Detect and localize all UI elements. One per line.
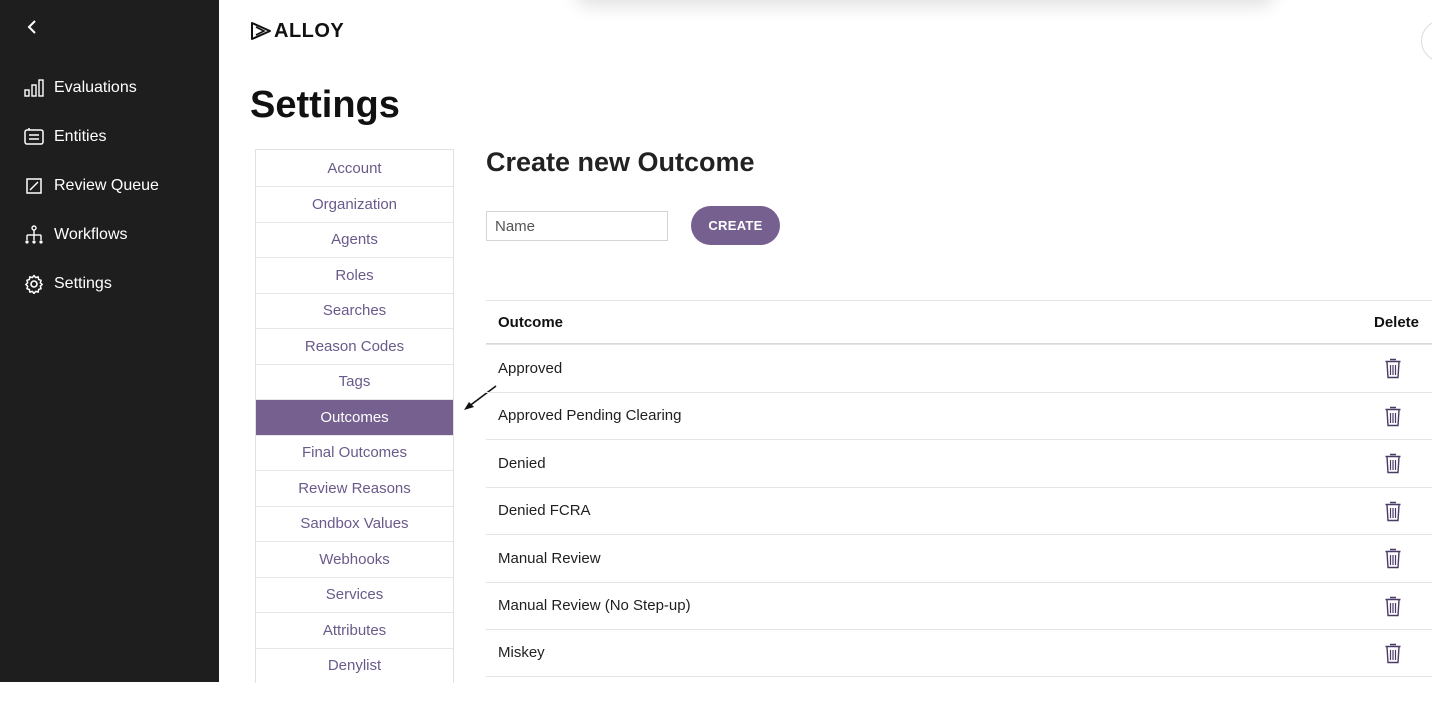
sidebar-item-entities[interactable]: Entities bbox=[24, 125, 106, 149]
outcome-name: Denied bbox=[498, 454, 546, 472]
page-title: Settings bbox=[250, 84, 400, 126]
trash-icon[interactable] bbox=[1383, 405, 1403, 427]
tab-denylist[interactable]: Denylist bbox=[256, 648, 453, 683]
sidebar-item-label: Evaluations bbox=[54, 79, 137, 96]
profile-button[interactable] bbox=[1421, 20, 1432, 62]
column-header-outcome: Outcome bbox=[498, 313, 564, 331]
tab-final-outcomes[interactable]: Final Outcomes bbox=[256, 435, 453, 471]
tab-outcomes[interactable]: Outcomes bbox=[256, 400, 453, 436]
tab-tags[interactable]: Tags bbox=[256, 364, 453, 400]
tab-webhooks[interactable]: Webhooks bbox=[256, 542, 453, 578]
back-button[interactable] bbox=[26, 18, 46, 40]
trash-icon[interactable] bbox=[1383, 357, 1403, 379]
outcomes-table: Outcome Delete Approved Approved Pending… bbox=[486, 300, 1432, 677]
settings-tab-list: Account Organization Agents Roles Search… bbox=[255, 149, 454, 683]
tab-account[interactable]: Account bbox=[256, 150, 453, 187]
table-row: Approved bbox=[486, 344, 1432, 392]
tab-sandbox-values[interactable]: Sandbox Values bbox=[256, 506, 453, 542]
bar-chart-icon bbox=[24, 78, 44, 98]
outcome-name: Miskey bbox=[498, 644, 545, 662]
edit-square-icon bbox=[24, 176, 44, 196]
tab-organization[interactable]: Organization bbox=[256, 187, 453, 223]
trash-icon[interactable] bbox=[1383, 595, 1403, 617]
table-row: Approved Pending Clearing bbox=[486, 391, 1432, 440]
brand-name: ALLOY bbox=[274, 19, 345, 42]
outcome-name: Denied FCRA bbox=[498, 502, 591, 520]
table-row: Denied bbox=[486, 439, 1432, 487]
tab-reason-codes[interactable]: Reason Codes bbox=[256, 329, 453, 365]
sidebar-item-workflows[interactable]: Workflows bbox=[24, 223, 128, 247]
tab-services[interactable]: Services bbox=[256, 577, 453, 613]
tab-roles[interactable]: Roles bbox=[256, 258, 453, 294]
trash-icon[interactable] bbox=[1383, 500, 1403, 522]
trash-icon[interactable] bbox=[1383, 547, 1403, 569]
hierarchy-icon bbox=[24, 225, 44, 245]
table-header-row: Outcome Delete bbox=[486, 300, 1432, 344]
table-row: Manual Review (No Step-up) bbox=[486, 581, 1432, 630]
trash-icon[interactable] bbox=[1383, 642, 1403, 664]
create-button[interactable]: CREATE bbox=[691, 206, 780, 245]
trash-icon[interactable] bbox=[1383, 452, 1403, 474]
tab-attributes[interactable]: Attributes bbox=[256, 613, 453, 649]
sidebar-item-settings[interactable]: Settings bbox=[24, 272, 112, 296]
left-sidebar: Evaluations Entities Review Queue Workfl… bbox=[0, 0, 219, 682]
outcome-name: Manual Review bbox=[498, 549, 601, 567]
brand-logo[interactable]: ALLOY bbox=[250, 20, 344, 42]
outcome-name: Approved bbox=[498, 359, 563, 377]
sidebar-item-label: Workflows bbox=[54, 226, 128, 243]
outcome-name: Manual Review (No Step-up) bbox=[498, 597, 691, 615]
create-outcome-title: Create new Outcome bbox=[486, 147, 755, 177]
outcome-name-input[interactable] bbox=[486, 211, 668, 241]
id-card-icon bbox=[24, 127, 44, 147]
sidebar-item-label: Review Queue bbox=[54, 177, 159, 194]
alloy-logo-icon bbox=[251, 22, 271, 40]
sidebar-item-review-queue[interactable]: Review Queue bbox=[24, 174, 159, 198]
outcome-name: Approved Pending Clearing bbox=[498, 407, 682, 425]
sidebar-item-evaluations[interactable]: Evaluations bbox=[24, 76, 137, 100]
chevron-left-icon bbox=[27, 20, 36, 34]
sidebar-item-label: Entities bbox=[54, 128, 107, 145]
table-row: Denied FCRA bbox=[486, 486, 1432, 535]
tab-searches[interactable]: Searches bbox=[256, 293, 453, 329]
column-header-delete: Delete bbox=[1374, 313, 1420, 331]
tab-agents[interactable]: Agents bbox=[256, 222, 453, 258]
sidebar-item-label: Settings bbox=[54, 275, 112, 292]
tab-review-reasons[interactable]: Review Reasons bbox=[256, 471, 453, 507]
table-row: Miskey bbox=[486, 629, 1432, 677]
table-row: Manual Review bbox=[486, 534, 1432, 582]
gear-icon bbox=[24, 274, 44, 294]
